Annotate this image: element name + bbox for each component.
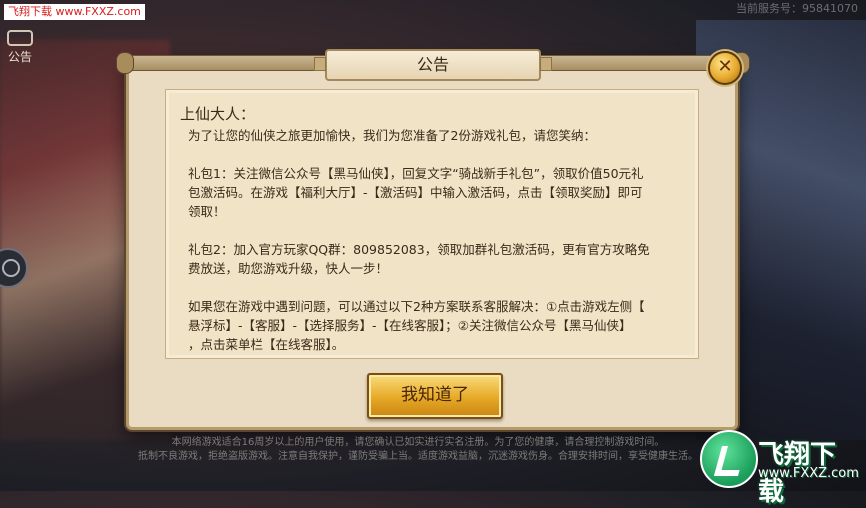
health-notice: 本网络游戏适合16周岁以上的用户使用，请您确认已如实进行实名注册。为了您的健康，… — [118, 436, 718, 464]
announcement-content: 上仙大人： 为了让您的仙侠之旅更加愉快，我们为您准备了2份游戏礼包，请您笑纳： … — [165, 89, 699, 359]
health-notice-line: 本网络游戏适合16周岁以上的用户使用，请您确认已如实进行实名注册。为了您的健康，… — [171, 437, 665, 448]
brand-url: www.FXXZ.com — [758, 466, 859, 481]
speech-bubble-icon — [7, 30, 33, 46]
help-line: 如果您在游戏中遇到问题，可以通过以下2种方案联系客服解决：①点击游戏左侧【 — [188, 299, 645, 314]
close-icon: ✕ — [717, 56, 733, 77]
gift2-line: 费放送，助您游戏升级，快人一步！ — [188, 261, 389, 276]
health-notice-line: 抵制不良游戏，拒绝盗版游戏。注意自我保护，谨防受骗上当。适度游戏益脑，沉迷游戏伤… — [138, 451, 698, 462]
help-line: ，点击菜单栏【在线客服】。 — [188, 337, 345, 352]
gift1-line: 领取！ — [188, 204, 226, 219]
gift2-line: 礼包2：加入官方玩家QQ群：809852083，领取加群礼包激活码，更有官方攻略… — [188, 242, 650, 257]
brand-logo-icon — [700, 430, 758, 488]
gift1-line: 包激活码。在游戏【福利大厅】-【激活码】中输入激活码，点击【领取奖励】即可 — [188, 185, 643, 200]
ring-icon — [2, 259, 20, 277]
greeting-text: 上仙大人： — [180, 105, 256, 123]
acknowledge-button[interactable]: 我知道了 — [367, 373, 503, 419]
dialog-title: 公告 — [314, 49, 552, 81]
close-button[interactable]: ✕ — [708, 51, 742, 85]
gift1-line: 礼包1：关注微信公众号【黑马仙侠】，回复文字“骑战新手礼包”，领取价值50元礼 — [188, 166, 644, 181]
help-line: 悬浮标】-【客服】-【选择服务】-【在线客服】；②关注微信公众号【黑马仙侠】 — [188, 318, 632, 333]
watermark-label: 飞翔下载 www.FXXZ.com — [4, 4, 145, 20]
brand-watermark: 飞翔下载 www.FXXZ.com — [700, 430, 860, 507]
announcement-corner-button[interactable]: 公告 — [2, 30, 38, 64]
announcement-corner-label: 公告 — [7, 50, 32, 64]
intro-text: 为了让您的仙侠之旅更加愉快，我们为您准备了2份游戏礼包，请您笑纳： — [188, 128, 596, 143]
server-info: 当前服务号：95841070 — [736, 2, 858, 15]
announcement-dialog: 公告 ✕ 上仙大人： 为了让您的仙侠之旅更加愉快，我们为您准备了2份游戏礼包，请… — [116, 49, 750, 430]
